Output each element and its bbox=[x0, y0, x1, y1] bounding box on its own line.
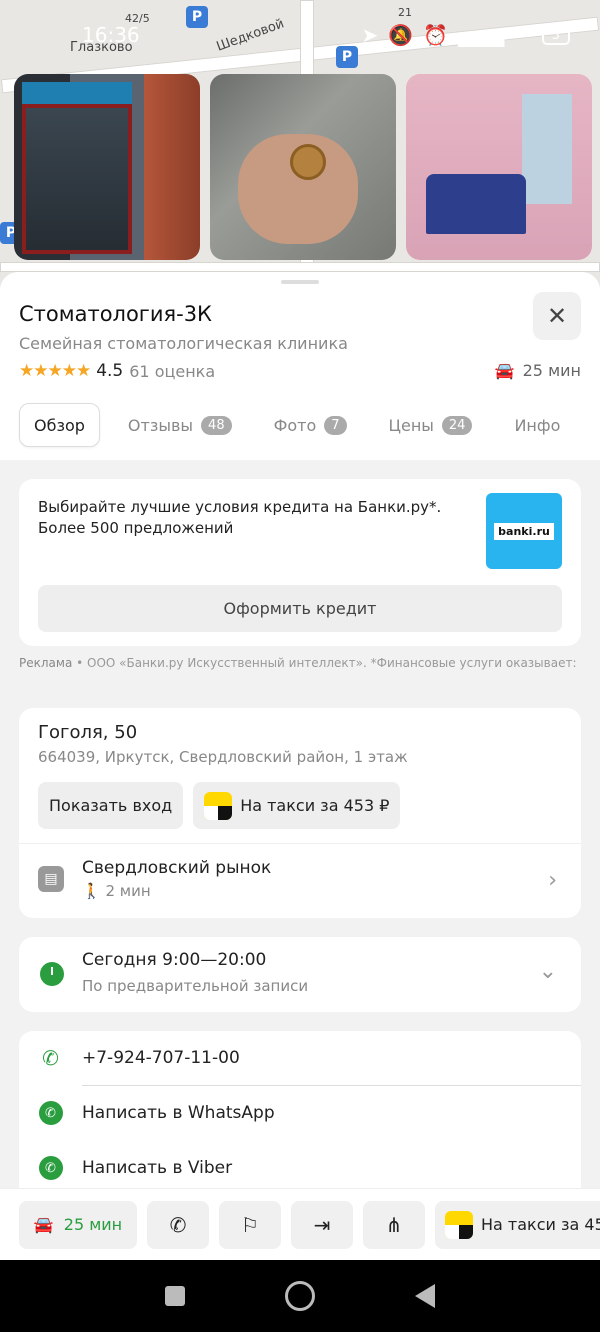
tab-reviews[interactable]: Отзывы 48 bbox=[114, 403, 246, 447]
tab-label: Цены bbox=[388, 415, 434, 435]
tab-badge: 24 bbox=[441, 415, 473, 435]
clock-icon bbox=[40, 962, 64, 986]
hours-today: Сегодня 9:00—20:00 bbox=[82, 950, 267, 970]
banki-logo: banki.ru bbox=[486, 493, 562, 569]
alarm-icon: ⏰ bbox=[423, 23, 449, 47]
viber-icon: ✆ bbox=[38, 1156, 63, 1180]
tab-info[interactable]: Инфо bbox=[500, 403, 574, 447]
route-button[interactable]: 🚘 25 мин bbox=[19, 1200, 137, 1249]
photo-implant[interactable] bbox=[210, 74, 396, 260]
stop-name: Свердловский рынок bbox=[82, 858, 272, 878]
taxi-icon bbox=[204, 791, 233, 820]
car-icon: 🚘 bbox=[494, 361, 515, 380]
place-card-sheet: Стоматология-3К Семейная стоматологическ… bbox=[0, 272, 600, 1260]
rating-row[interactable]: ★★★★★ 4.5 61 оценка bbox=[19, 361, 215, 381]
ad-text: Выбирайте лучшие условия кредита на Банк… bbox=[38, 498, 442, 537]
drive-time[interactable]: 🚘 25 мин bbox=[495, 361, 581, 380]
share-icon: ⋔ bbox=[385, 1212, 403, 1237]
chevron-right-icon: › bbox=[548, 868, 557, 893]
taxi-button[interactable]: На такси за 453 ₽ bbox=[193, 782, 401, 829]
whatsapp-row[interactable]: ✆ Написать в WhatsApp bbox=[19, 1086, 581, 1140]
location-icon: ➤ bbox=[361, 23, 379, 47]
tab-label: Обзор bbox=[34, 415, 85, 435]
tab-photos[interactable]: Фото 7 bbox=[260, 403, 361, 447]
car-icon: 🚘 bbox=[33, 1215, 54, 1234]
enter-icon: ⇥ bbox=[313, 1212, 331, 1237]
bus-icon: ▤ bbox=[38, 866, 64, 892]
taxi-icon bbox=[445, 1210, 473, 1239]
hours-note: По предварительной записи bbox=[82, 977, 309, 995]
address-full: 664039, Иркутск, Свердловский район, 1 э… bbox=[38, 748, 408, 766]
transit-stop-row[interactable]: ▤ Свердловский рынок 🚶 2 мин bbox=[38, 858, 271, 900]
rating-count: 61 оценка bbox=[129, 361, 216, 381]
place-header: Стоматология-3К Семейная стоматологическ… bbox=[0, 272, 600, 460]
home-icon[interactable] bbox=[285, 1281, 315, 1311]
ad-disclaimer: Реклама • ООО «Банки.ру Искусственный ин… bbox=[19, 655, 581, 671]
tab-badge: 7 bbox=[324, 415, 347, 435]
bookmark-icon: ⚐ bbox=[241, 1212, 259, 1237]
tab-prices[interactable]: Цены 24 bbox=[375, 403, 487, 447]
back-icon[interactable] bbox=[415, 1284, 435, 1308]
viber-label: Написать в Viber bbox=[82, 1158, 233, 1178]
ad-note-text: • ООО «Банки.ру Искусственный интеллект»… bbox=[76, 656, 581, 670]
sheet-grabber[interactable] bbox=[281, 280, 319, 284]
ad-label: Реклама bbox=[19, 656, 73, 670]
star-rating-icon: ★★★★★ bbox=[19, 361, 91, 381]
rating-value: 4.5 bbox=[96, 361, 124, 381]
battery-icon: 3 bbox=[541, 25, 570, 45]
drive-time-label: 25 мин bbox=[522, 361, 581, 380]
entrance-button[interactable]: ⇥ bbox=[291, 1200, 353, 1249]
credit-button[interactable]: Оформить кредит bbox=[38, 585, 562, 632]
map-road bbox=[0, 262, 600, 272]
call-button[interactable]: ✆ bbox=[147, 1200, 209, 1249]
whatsapp-label: Написать в WhatsApp bbox=[82, 1103, 275, 1123]
share-button[interactable]: ⋔ bbox=[363, 1200, 425, 1249]
whatsapp-icon: ✆ bbox=[38, 1101, 63, 1125]
ad-card[interactable]: Выбирайте лучшие условия кредита на Банк… bbox=[19, 479, 581, 646]
place-subtitle: Семейная стоматологическая клиника bbox=[19, 334, 348, 353]
chevron-down-icon: ⌄ bbox=[538, 959, 557, 984]
address-street[interactable]: Гоголя, 50 bbox=[38, 722, 137, 743]
system-nav-bar bbox=[0, 1260, 600, 1332]
tab-label: Фото bbox=[273, 415, 317, 435]
tab-label: Инфо bbox=[514, 415, 561, 435]
place-title: Стоматология-3К bbox=[19, 302, 212, 326]
taxi-action-button[interactable]: На такси за 453 ₽ bbox=[435, 1200, 600, 1249]
walk-icon: 🚶 bbox=[82, 882, 101, 900]
stop-walk-time: 2 мин bbox=[105, 882, 151, 900]
phone-number: +7-924-707-11-00 bbox=[82, 1048, 240, 1068]
mute-icon: 🔕 bbox=[388, 23, 414, 47]
status-time: 16:36 bbox=[82, 23, 140, 47]
phone-icon: ✆ bbox=[42, 1046, 59, 1070]
photo-entrance[interactable] bbox=[14, 74, 200, 260]
route-time: 25 мин bbox=[63, 1215, 123, 1234]
taxi-action-label: На такси за 453 ₽ bbox=[481, 1215, 600, 1234]
action-bar: 🚘 25 мин ✆ ⚐ ⇥ ⋔ На такси за 453 ₽ bbox=[0, 1188, 600, 1260]
recents-icon[interactable] bbox=[165, 1286, 185, 1306]
phone-icon: ✆ bbox=[169, 1212, 187, 1237]
photo-reception[interactable] bbox=[406, 74, 592, 260]
wifi-icon: ◠ bbox=[514, 23, 532, 47]
tab-label: Отзывы bbox=[127, 415, 194, 435]
taxi-label: На такси за 453 ₽ bbox=[240, 796, 390, 815]
tab-bar: Обзор Отзывы 48 Фото 7 Цены 24 Инфо bbox=[19, 403, 574, 447]
tab-badge: 48 bbox=[201, 415, 232, 435]
show-entrance-button[interactable]: Показать вход bbox=[38, 782, 184, 829]
divider bbox=[19, 843, 581, 844]
address-card: Гоголя, 50 664039, Иркутск, Свердловский… bbox=[19, 708, 581, 918]
banki-logo-text: banki.ru bbox=[494, 522, 554, 540]
photo-strip[interactable] bbox=[14, 74, 592, 260]
hours-card[interactable]: Сегодня 9:00—20:00 По предварительной за… bbox=[19, 937, 581, 1012]
tab-overview[interactable]: Обзор bbox=[19, 403, 100, 447]
bookmark-button[interactable]: ⚐ bbox=[219, 1200, 281, 1249]
close-button[interactable]: ✕ bbox=[533, 292, 581, 340]
phone-row[interactable]: ✆ +7-924-707-11-00 bbox=[19, 1031, 581, 1085]
signal-icon: ▂▄▆ bbox=[458, 23, 505, 47]
close-icon: ✕ bbox=[546, 302, 568, 330]
status-bar: 16:36 ➤ 🔕 ⏰ ▂▄▆ ◠ 3 bbox=[0, 0, 600, 70]
viber-row[interactable]: ✆ Написать в Viber bbox=[19, 1141, 581, 1195]
